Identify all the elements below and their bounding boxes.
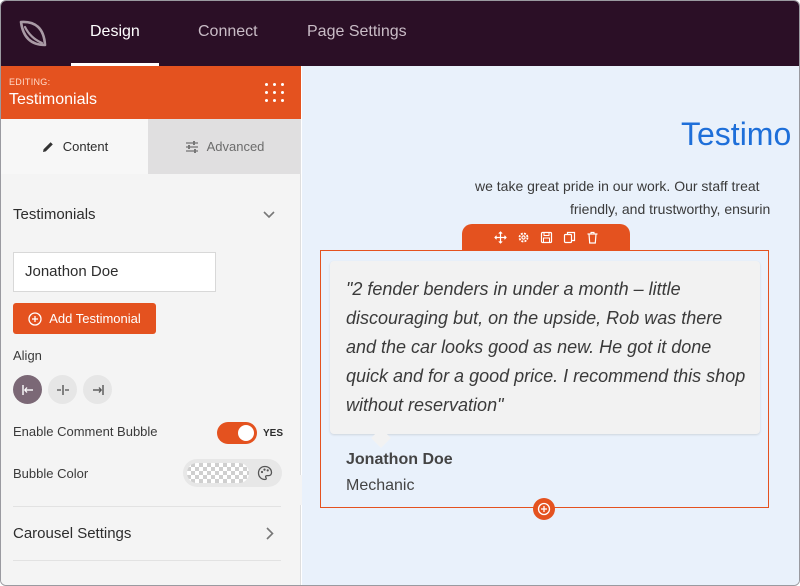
preview-subtitle-line-2[interactable]: friendly, and trustworthy, ensurin	[570, 201, 770, 217]
align-right-button[interactable]	[83, 375, 112, 404]
comment-bubble-toggle[interactable]	[217, 422, 257, 444]
testimonial-author[interactable]: Jonathon Doe	[346, 451, 453, 469]
settings-sidebar: EDITING: Testimonials Content Advanced T…	[1, 66, 301, 585]
align-left-button[interactable]	[13, 375, 42, 404]
testimonials-section-title[interactable]: Testimonials	[13, 206, 96, 223]
move-icon[interactable]	[493, 230, 507, 244]
toggle-knob	[238, 425, 254, 441]
tab-advanced-label: Advanced	[206, 139, 265, 154]
pencil-icon	[42, 141, 53, 152]
testimonial-item-field[interactable]: Jonathon Doe	[13, 252, 216, 292]
align-right-icon	[92, 384, 104, 395]
seedprod-logo-icon[interactable]	[13, 13, 53, 53]
module-toolbar	[462, 224, 630, 250]
tab-design[interactable]: Design	[71, 1, 159, 66]
tab-page-settings[interactable]: Page Settings	[307, 1, 407, 66]
testimonial-quote[interactable]: "2 fender benders in under a month – lit…	[346, 275, 751, 420]
preview-subtitle-line-1[interactable]: we take great pride in our work. Our sta…	[475, 178, 760, 194]
builder-window: Design Connect Page Settings EDITING: Te…	[0, 0, 800, 586]
grid-menu-icon[interactable]	[265, 83, 287, 105]
page-preview: Testimo we take great pride in our work.…	[302, 66, 799, 585]
sliders-icon	[185, 140, 198, 153]
plus-circle-icon	[28, 311, 42, 326]
save-icon[interactable]	[540, 231, 553, 244]
tab-content[interactable]: Content	[1, 119, 148, 174]
trash-icon[interactable]	[586, 231, 599, 244]
section-divider	[13, 560, 281, 561]
editing-title: Testimonials	[9, 91, 98, 108]
testimonial-role[interactable]: Mechanic	[346, 477, 414, 495]
editing-header: EDITING: Testimonials	[1, 66, 301, 119]
comment-bubble-label: Enable Comment Bubble	[13, 424, 158, 439]
align-left-icon	[21, 384, 33, 395]
carousel-settings-title[interactable]: Carousel Settings	[13, 525, 131, 542]
chevron-down-icon[interactable]	[263, 210, 275, 220]
comment-bubble-value: YES	[263, 428, 284, 439]
add-testimonial-button[interactable]: Add Testimonial	[13, 303, 156, 334]
add-module-button[interactable]	[533, 498, 555, 520]
tab-connect[interactable]: Connect	[198, 1, 258, 66]
add-testimonial-label: Add Testimonial	[49, 311, 141, 326]
transparent-swatch[interactable]	[187, 463, 249, 483]
align-label: Align	[13, 348, 42, 363]
duplicate-icon[interactable]	[563, 231, 576, 244]
section-divider	[13, 506, 281, 507]
tab-content-label: Content	[62, 139, 109, 154]
palette-icon[interactable]	[257, 465, 273, 481]
top-bar: Design Connect Page Settings	[1, 1, 799, 66]
align-center-icon	[56, 384, 69, 395]
align-center-button[interactable]	[48, 375, 77, 404]
bubble-color-picker[interactable]	[183, 459, 282, 487]
preview-heading[interactable]: Testimo	[681, 116, 791, 153]
gear-icon[interactable]	[517, 231, 530, 244]
chevron-right-icon[interactable]	[265, 527, 275, 540]
tab-advanced[interactable]: Advanced	[148, 119, 301, 174]
plus-circle-icon	[537, 502, 551, 516]
editing-label: EDITING:	[9, 77, 51, 87]
bubble-color-label: Bubble Color	[13, 466, 89, 481]
